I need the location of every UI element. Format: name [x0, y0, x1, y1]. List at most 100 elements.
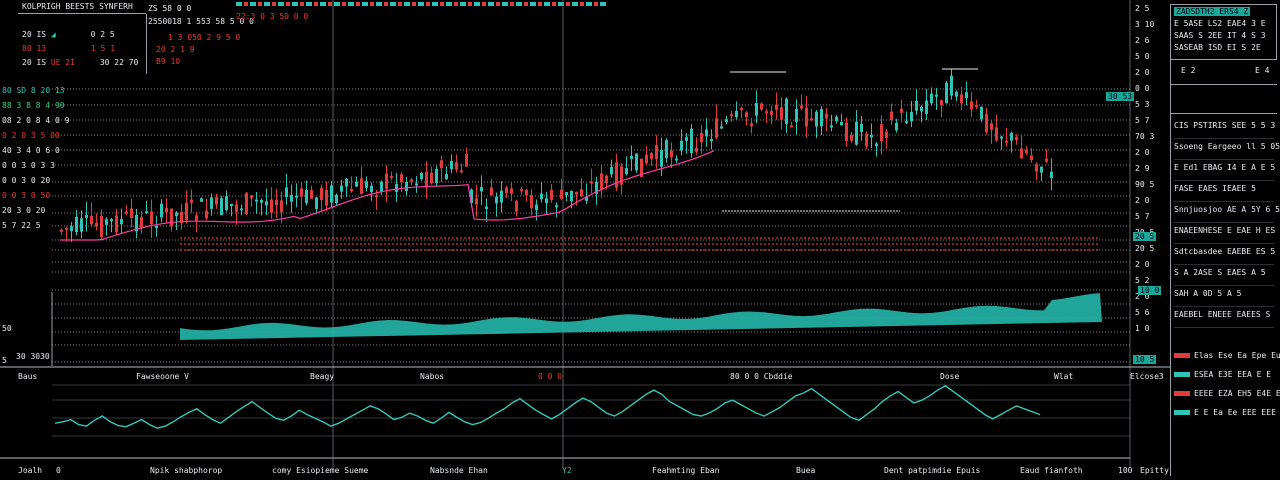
- sidebar-list-item[interactable]: Ssoeng Eargeeo ll 5 05E S: [1174, 139, 1280, 160]
- candle-body: [720, 126, 723, 129]
- right-axis-tick: 5 2: [1135, 276, 1150, 285]
- candle-body: [785, 98, 788, 124]
- bottom-label-2: Npik shabphorop: [150, 466, 223, 475]
- sidebar-spacer: [1171, 85, 1277, 114]
- candle-body: [885, 131, 888, 139]
- candle-body: [455, 162, 458, 170]
- mid-label-8: Elcose3: [1130, 372, 1164, 381]
- sidebar-colored-item[interactable]: E E Ea Ee EEE EEE: [1174, 403, 1276, 422]
- sidebar-list-item[interactable]: Snnjuosjoo AE A 5Y 6 5: [1174, 202, 1280, 223]
- candle-body: [440, 160, 443, 169]
- candle-body: [900, 108, 903, 113]
- candle-body: [985, 114, 988, 132]
- candle-body: [70, 226, 73, 231]
- candle-body: [170, 208, 173, 227]
- candle-body: [710, 138, 713, 142]
- sidebar-list-item[interactable]: FASE EAES IEAEE 5: [1174, 181, 1274, 202]
- left-axis-50: 50: [2, 324, 12, 333]
- bottom-label-6: Feahmting Eban: [652, 466, 720, 475]
- candle-body: [540, 193, 543, 200]
- candle-body: [320, 187, 323, 201]
- candle-body: [330, 185, 333, 203]
- right-axis-tick: 5 0: [1135, 52, 1150, 61]
- sidebar-mini-b: E 4: [1255, 66, 1270, 75]
- bottom-label-4: Nabsnde Ehan: [430, 466, 488, 475]
- sidebar-header-line-1: E 5ASE LS2 EAE4 3 E: [1174, 19, 1266, 28]
- candle-body: [100, 215, 103, 238]
- candle-body: [115, 215, 118, 233]
- candle-body: [550, 189, 553, 200]
- sidebar-list-item[interactable]: E Ed1 EBAG I4 E A E 5: [1174, 160, 1275, 181]
- candle-body: [570, 190, 573, 202]
- price-tag-low: 10 0: [1138, 286, 1162, 295]
- sidebar-list-item[interactable]: SAH A 0D 5 A 5: [1174, 286, 1274, 307]
- candle-body: [580, 189, 583, 197]
- candle-body: [450, 161, 453, 170]
- candle-body: [125, 211, 128, 214]
- candle-body: [745, 112, 748, 118]
- sidebar-list-item[interactable]: CIS PSTIRIS SEE 5 5 3: [1174, 118, 1275, 139]
- candle-body: [705, 129, 708, 137]
- candle-body: [630, 155, 633, 159]
- candle-body: [815, 111, 818, 127]
- candle-body: [655, 145, 658, 159]
- sidebar-list-item[interactable]: ENAEENHESE E EAE H ES 5: [1174, 223, 1280, 244]
- candle-body: [210, 197, 213, 209]
- candle-body: [475, 198, 478, 205]
- candle-body: [715, 118, 718, 138]
- candle-body: [760, 103, 763, 110]
- candle-body: [95, 223, 98, 227]
- mid-label-0: Baus: [18, 372, 38, 381]
- right-axis-tick: 2 0: [1135, 196, 1150, 205]
- right-axis-tick: 0 0: [1135, 84, 1150, 93]
- right-axis-tick: 3 10: [1135, 20, 1155, 29]
- candle-body: [940, 100, 943, 106]
- bottom-label-11: Epitty: [1140, 466, 1169, 475]
- candle-body: [495, 196, 498, 204]
- left-axis-tick: 80 SD 8 20 13: [2, 86, 65, 95]
- candle-body: [300, 188, 303, 197]
- candle-body: [855, 121, 858, 145]
- sidebar-colored-text: ESEA E3E EEA E E: [1194, 370, 1272, 379]
- left-axis-tick: 0 2 0 3 5 00: [2, 131, 60, 140]
- right-axis-tick: 2 0: [1135, 148, 1150, 157]
- sidebar-list-item[interactable]: S A 2ASE S EAES A 5: [1174, 265, 1274, 286]
- candle-body: [765, 111, 768, 114]
- sidebar-list-item[interactable]: Sdtcbasdee EAEBE ES 5: [1174, 244, 1275, 265]
- candle-body: [740, 107, 743, 111]
- candle-body: [675, 158, 678, 161]
- candle-body: [280, 200, 283, 212]
- candle-body: [825, 113, 828, 119]
- candle-body: [755, 103, 758, 116]
- candle-body: [150, 211, 153, 225]
- candle-body: [980, 106, 983, 120]
- sidebar-list-item[interactable]: EAEBEL ENEEE EAEES S: [1174, 307, 1274, 328]
- candle-body: [415, 183, 418, 186]
- mid-label-5: 80 0 0 Cbddie: [730, 372, 793, 381]
- sidebar-list[interactable]: CIS PSTIRIS SEE 5 5 3 Ssoeng Eargeeo ll 5…: [1171, 114, 1280, 332]
- main-chart[interactable]: [0, 0, 1170, 480]
- right-axis-tick: 20 5: [1135, 244, 1155, 253]
- candle-body: [695, 147, 698, 152]
- candle-body: [120, 219, 123, 225]
- sidebar-colored-item[interactable]: ESEA E3E EEA E E: [1174, 365, 1274, 384]
- candle-body: [90, 215, 93, 225]
- sidebar-colored-item[interactable]: Elas Ese Ea Epe Eur: [1174, 346, 1280, 365]
- bottom-label-0: Joalh: [18, 466, 43, 475]
- candle-body: [255, 199, 258, 202]
- candle-body: [215, 196, 218, 205]
- candle-body: [800, 105, 803, 109]
- candle-body: [960, 94, 963, 104]
- left-axis-tick: 08 2 0 8 4 0 9: [2, 116, 70, 125]
- candle-body: [890, 111, 893, 120]
- left-axis-tick: 0 0 3 0 20: [2, 176, 51, 185]
- candle-body: [875, 143, 878, 147]
- price-tag-top: 30 53: [1106, 92, 1135, 101]
- candle-body: [635, 153, 638, 171]
- sidebar-colored-item[interactable]: EEEE EZA EH5 E4E E: [1174, 384, 1280, 403]
- mid-label-3: Nabos: [420, 372, 445, 381]
- sidebar-colored-list[interactable]: Elas Ese Ea Epe Eur ESEA E3E EEA E E EEEE …: [1171, 346, 1280, 422]
- right-axis-tick: 2 0: [1135, 260, 1150, 269]
- candle-body: [1020, 148, 1023, 159]
- candle-body: [435, 168, 438, 184]
